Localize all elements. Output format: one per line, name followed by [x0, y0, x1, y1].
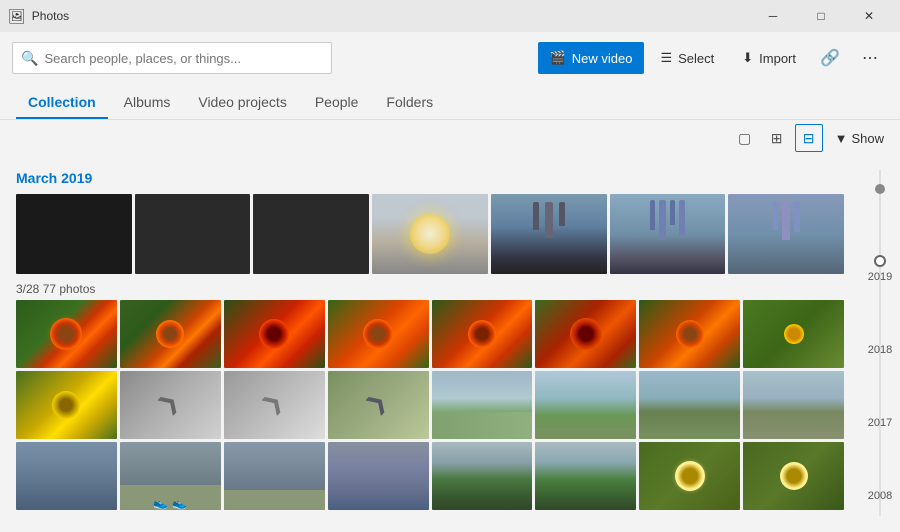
- search-box[interactable]: 🔍: [12, 42, 332, 74]
- photo-thumb[interactable]: 👟 👟: [120, 442, 221, 510]
- photo-thumb[interactable]: [224, 300, 325, 368]
- photo-thumb[interactable]: [120, 300, 221, 368]
- toolbar-right: 🎬 New video ☰ Select ⬇ Import 🔗 ⋯: [538, 42, 888, 74]
- photo-thumb[interactable]: [16, 371, 117, 439]
- toolbar: 🔍 🎬 New video ☰ Select ⬇ Import 🔗 ⋯: [0, 32, 900, 84]
- close-button[interactable]: ✕: [846, 0, 892, 32]
- timeline-year-2019[interactable]: 2019: [868, 271, 892, 283]
- photo-thumb[interactable]: [432, 371, 533, 439]
- date-count-label: 3/28 77 photos: [16, 282, 844, 296]
- timeline-year-2017[interactable]: 2017: [868, 417, 892, 429]
- title-bar-left: 🖼 Photos: [8, 8, 69, 25]
- photo-thumb[interactable]: [535, 442, 636, 510]
- tab-people[interactable]: People: [303, 87, 371, 119]
- photo-thumb[interactable]: [743, 442, 844, 510]
- minimize-button[interactable]: ─: [750, 0, 796, 32]
- photo-thumb[interactable]: [328, 300, 429, 368]
- view-options: ▢ ⊞ ⊟ ▼ Show: [0, 120, 900, 154]
- photo-thumb[interactable]: [610, 194, 726, 274]
- photo-thumb[interactable]: [491, 194, 607, 274]
- show-label-text: Show: [851, 131, 884, 146]
- search-icon: 🔍: [21, 50, 38, 67]
- title-bar: 🖼 Photos ─ □ ✕: [0, 0, 900, 32]
- tab-albums[interactable]: Albums: [112, 87, 183, 119]
- photo-thumb[interactable]: [16, 194, 132, 274]
- photo-thumb[interactable]: [535, 300, 636, 368]
- timeline-dot-active[interactable]: [874, 255, 886, 267]
- photo-thumb[interactable]: [328, 442, 429, 510]
- select-label: Select: [678, 51, 714, 66]
- import-button[interactable]: ⬇ Import: [730, 42, 808, 74]
- photo-thumb[interactable]: [535, 371, 636, 439]
- view-detail-button[interactable]: ⊟: [795, 124, 823, 152]
- timeline: 2019 2018 2017 2008: [860, 154, 900, 532]
- photo-area[interactable]: March 2019: [0, 154, 860, 532]
- photo-thumb[interactable]: [432, 300, 533, 368]
- connected-button[interactable]: 🔗: [812, 42, 848, 74]
- photo-thumb[interactable]: [16, 442, 117, 510]
- timeline-dot-1[interactable]: [875, 184, 885, 194]
- title-bar-controls: ─ □ ✕: [750, 0, 892, 32]
- timeline-line: [880, 170, 881, 516]
- photo-thumb[interactable]: [224, 442, 325, 510]
- timeline-year-2008[interactable]: 2008: [868, 490, 892, 502]
- import-icon: ⬇: [742, 50, 753, 66]
- photo-thumb[interactable]: [639, 371, 740, 439]
- photo-thumb[interactable]: [639, 442, 740, 510]
- photo-thumb[interactable]: [743, 300, 844, 368]
- photo-thumb[interactable]: [743, 371, 844, 439]
- buildings-row: 👟 👟: [16, 442, 844, 510]
- more-button[interactable]: ⋯: [852, 42, 888, 74]
- main-content: March 2019: [0, 154, 900, 532]
- photo-thumb[interactable]: [728, 194, 844, 274]
- photo-thumb[interactable]: [432, 442, 533, 510]
- timeline-year-2018[interactable]: 2018: [868, 344, 892, 356]
- section-date-march2019: March 2019: [16, 170, 844, 186]
- app-title: Photos: [32, 9, 69, 23]
- photo-thumb[interactable]: ❮: [120, 371, 221, 439]
- video-icon: 🎬: [550, 50, 566, 66]
- photo-thumb[interactable]: [253, 194, 369, 274]
- photo-thumb[interactable]: [639, 300, 740, 368]
- new-video-button[interactable]: 🎬 New video: [538, 42, 645, 74]
- maximize-button[interactable]: □: [798, 0, 844, 32]
- select-button[interactable]: ☰ Select: [648, 42, 726, 74]
- view-single-button[interactable]: ▢: [731, 124, 759, 152]
- flowers-row-2: ❮ ❮ ❮: [16, 371, 844, 439]
- top-thumbnails-row: [16, 194, 844, 274]
- tab-folders[interactable]: Folders: [374, 87, 445, 119]
- photo-thumb[interactable]: ❮: [328, 371, 429, 439]
- photo-thumb[interactable]: [135, 194, 251, 274]
- photo-thumb[interactable]: [16, 300, 117, 368]
- app-icon: 🖼: [8, 8, 26, 25]
- flowers-row-1: [16, 300, 844, 368]
- view-grid-button[interactable]: ⊞: [763, 124, 791, 152]
- tab-collection[interactable]: Collection: [16, 87, 108, 119]
- select-icon: ☰: [660, 50, 672, 66]
- import-label: Import: [759, 51, 796, 66]
- tab-video-projects[interactable]: Video projects: [186, 87, 298, 119]
- nav-tabs: Collection Albums Video projects People …: [0, 84, 900, 120]
- photo-thumb[interactable]: [372, 194, 488, 274]
- chevron-down-icon: ▼: [835, 131, 848, 146]
- show-toggle[interactable]: ▼ Show: [835, 131, 884, 146]
- photo-thumb[interactable]: ❮: [224, 371, 325, 439]
- search-input[interactable]: [44, 51, 323, 66]
- new-video-label: New video: [572, 51, 633, 66]
